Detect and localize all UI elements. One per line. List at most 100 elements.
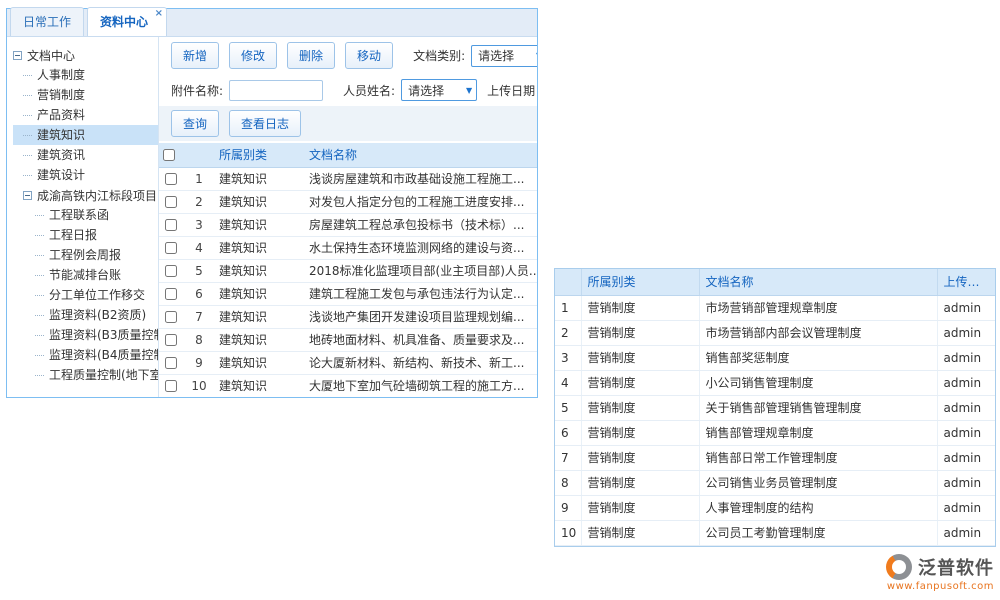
row-checkbox[interactable] <box>165 265 177 277</box>
row-uploader: admin <box>937 295 995 320</box>
doc-table-row[interactable]: 8建筑知识地砖地面材料、机具准备、质量要求及... <box>159 328 537 351</box>
modify-button[interactable]: 修改 <box>229 42 277 69</box>
collapse-icon[interactable] <box>13 51 22 60</box>
side-table-row[interactable]: 9营销制度人事管理制度的结构admin <box>555 495 995 520</box>
tree-item[interactable]: 监理资料(B4质量控制) <box>13 345 158 365</box>
doc-table-row[interactable]: 5建筑知识2018标准化监理项目部(业主项目部)人员... <box>159 259 537 282</box>
row-doc-name: 市场营销部管理规章制度 <box>699 295 937 320</box>
doc-center-children: 人事制度营销制度产品资料建筑知识建筑资讯建筑设计 <box>13 65 158 185</box>
row-category: 建筑知识 <box>215 259 305 282</box>
row-checkbox[interactable] <box>165 357 177 369</box>
tree-item[interactable]: 节能减排台账 <box>13 265 158 285</box>
row-doc-name: 关于销售部管理销售管理制度 <box>699 395 937 420</box>
row-checkbox-cell <box>159 213 183 236</box>
row-category: 营销制度 <box>581 345 699 370</box>
add-button[interactable]: 新增 <box>171 42 219 69</box>
close-icon[interactable]: × <box>155 9 163 19</box>
row-uploader: admin <box>937 470 995 495</box>
row-doc-name: 市场营销部内部会议管理制度 <box>699 320 937 345</box>
row-uploader: admin <box>937 445 995 470</box>
tree-item[interactable]: 建筑知识 <box>13 125 158 145</box>
row-category: 建筑知识 <box>215 282 305 305</box>
tree-item[interactable]: 监理资料(B2资质) <box>13 305 158 325</box>
document-tree: 文档中心 人事制度营销制度产品资料建筑知识建筑资讯建筑设计 成渝高铁内江标段项目… <box>7 37 159 397</box>
search-row: 查询 查看日志 <box>159 106 537 141</box>
row-category: 建筑知识 <box>215 305 305 328</box>
tree-root-project[interactable]: 成渝高铁内江标段项目 <box>13 185 158 205</box>
upload-date-label: 上传日期 <box>487 82 535 99</box>
doc-table-row[interactable]: 9建筑知识论大厦新材料、新结构、新技术、新工... <box>159 351 537 374</box>
tab-label: 日常工作 <box>23 15 71 29</box>
row-checkbox[interactable] <box>165 311 177 323</box>
query-button[interactable]: 查询 <box>171 110 219 137</box>
side-table-row[interactable]: 3营销制度销售部奖惩制度admin <box>555 345 995 370</box>
view-log-button[interactable]: 查看日志 <box>229 110 301 137</box>
row-doc-name: 销售部奖惩制度 <box>699 345 937 370</box>
tree-item[interactable]: 产品资料 <box>13 105 158 125</box>
side-table-row[interactable]: 10营销制度公司员工考勤管理制度admin <box>555 520 995 545</box>
row-category: 建筑知识 <box>215 213 305 236</box>
tree-root-doc-center[interactable]: 文档中心 <box>13 45 158 65</box>
row-checkbox[interactable] <box>165 173 177 185</box>
tree-item[interactable]: 工程例会周报 <box>13 245 158 265</box>
tree-item[interactable]: 营销制度 <box>13 85 158 105</box>
row-checkbox[interactable] <box>165 380 177 392</box>
doc-table-body: 1建筑知识浅谈房屋建筑和市政基础设施工程施工...2建筑知识对发包人指定分包的工… <box>159 167 537 397</box>
collapse-icon[interactable] <box>23 191 32 200</box>
fanpu-logo: 泛普软件 www.fanpusoft.com <box>886 554 994 592</box>
row-category: 营销制度 <box>581 420 699 445</box>
side-table-row[interactable]: 8营销制度公司销售业务员管理制度admin <box>555 470 995 495</box>
row-doc-name: 2018标准化监理项目部(业主项目部)人员... <box>305 259 537 282</box>
side-table-row[interactable]: 7营销制度销售部日常工作管理制度admin <box>555 445 995 470</box>
tab-label: 资料中心 <box>100 15 148 29</box>
side-table-row[interactable]: 4营销制度小公司销售管理制度admin <box>555 370 995 395</box>
tree-item[interactable]: 工程质量控制(地下室) <box>13 365 158 385</box>
row-category: 营销制度 <box>581 370 699 395</box>
row-checkbox[interactable] <box>165 196 177 208</box>
row-checkbox[interactable] <box>165 242 177 254</box>
side-table-row[interactable]: 5营销制度关于销售部管理销售管理制度admin <box>555 395 995 420</box>
row-checkbox[interactable] <box>165 288 177 300</box>
tree-item[interactable]: 监理资料(B3质量控制) <box>13 325 158 345</box>
person-select[interactable]: 请选择 ▼ <box>401 79 477 101</box>
row-category: 营销制度 <box>581 470 699 495</box>
doc-table-row[interactable]: 3建筑知识房屋建筑工程总承包投标书（技术标）... <box>159 213 537 236</box>
row-doc-name: 地砖地面材料、机具准备、质量要求及... <box>305 328 537 351</box>
row-doc-name: 浅谈地产集团开发建设项目监理规划编... <box>305 305 537 328</box>
side-table-row[interactable]: 6营销制度销售部管理规章制度admin <box>555 420 995 445</box>
move-button[interactable]: 移动 <box>345 42 393 69</box>
tree-item[interactable]: 分工单位工作移交 <box>13 285 158 305</box>
doc-table-row[interactable]: 10建筑知识大厦地下室加气砼墙砌筑工程的施工方... <box>159 374 537 397</box>
tree-item[interactable]: 工程日报 <box>13 225 158 245</box>
row-uploader: admin <box>937 345 995 370</box>
select-all-checkbox[interactable] <box>163 149 175 161</box>
row-number: 4 <box>183 236 215 259</box>
tab-daily-work[interactable]: 日常工作 <box>10 7 84 36</box>
tree-item[interactable]: 建筑资讯 <box>13 145 158 165</box>
doc-table-row[interactable]: 2建筑知识对发包人指定分包的工程施工进度安排... <box>159 190 537 213</box>
tree-item[interactable]: 人事制度 <box>13 65 158 85</box>
side-table-row[interactable]: 2营销制度市场营销部内部会议管理制度admin <box>555 320 995 345</box>
row-category: 营销制度 <box>581 295 699 320</box>
doc-table-row[interactable]: 1建筑知识浅谈房屋建筑和市政基础设施工程施工... <box>159 167 537 190</box>
doc-table-row[interactable]: 4建筑知识水土保持生态环境监测网络的建设与资... <box>159 236 537 259</box>
delete-button[interactable]: 删除 <box>287 42 335 69</box>
row-number: 10 <box>555 520 581 545</box>
tree-root-label: 成渝高铁内江标段项目 <box>37 187 157 204</box>
window-body: 文档中心 人事制度营销制度产品资料建筑知识建筑资讯建筑设计 成渝高铁内江标段项目… <box>7 37 537 397</box>
doc-table-row[interactable]: 7建筑知识浅谈地产集团开发建设项目监理规划编... <box>159 305 537 328</box>
row-number: 9 <box>555 495 581 520</box>
tab-data-center[interactable]: 资料中心 × <box>87 7 167 36</box>
row-checkbox-cell <box>159 305 183 328</box>
row-checkbox[interactable] <box>165 334 177 346</box>
row-checkbox[interactable] <box>165 219 177 231</box>
doc-table-row[interactable]: 6建筑知识建筑工程施工发包与承包违法行为认定... <box>159 282 537 305</box>
tree-item[interactable]: 建筑设计 <box>13 165 158 185</box>
num-header <box>555 269 581 295</box>
attachment-name-input[interactable] <box>229 80 323 101</box>
uploader-header: 上传… <box>937 269 995 295</box>
side-table-row[interactable]: 1营销制度市场营销部管理规章制度admin <box>555 295 995 320</box>
side-table-header-row: 所属别类 文档名称 上传… <box>555 269 995 295</box>
tree-item[interactable]: 工程联系函 <box>13 205 158 225</box>
doc-type-select[interactable]: 请选择 ▼ <box>471 45 537 67</box>
